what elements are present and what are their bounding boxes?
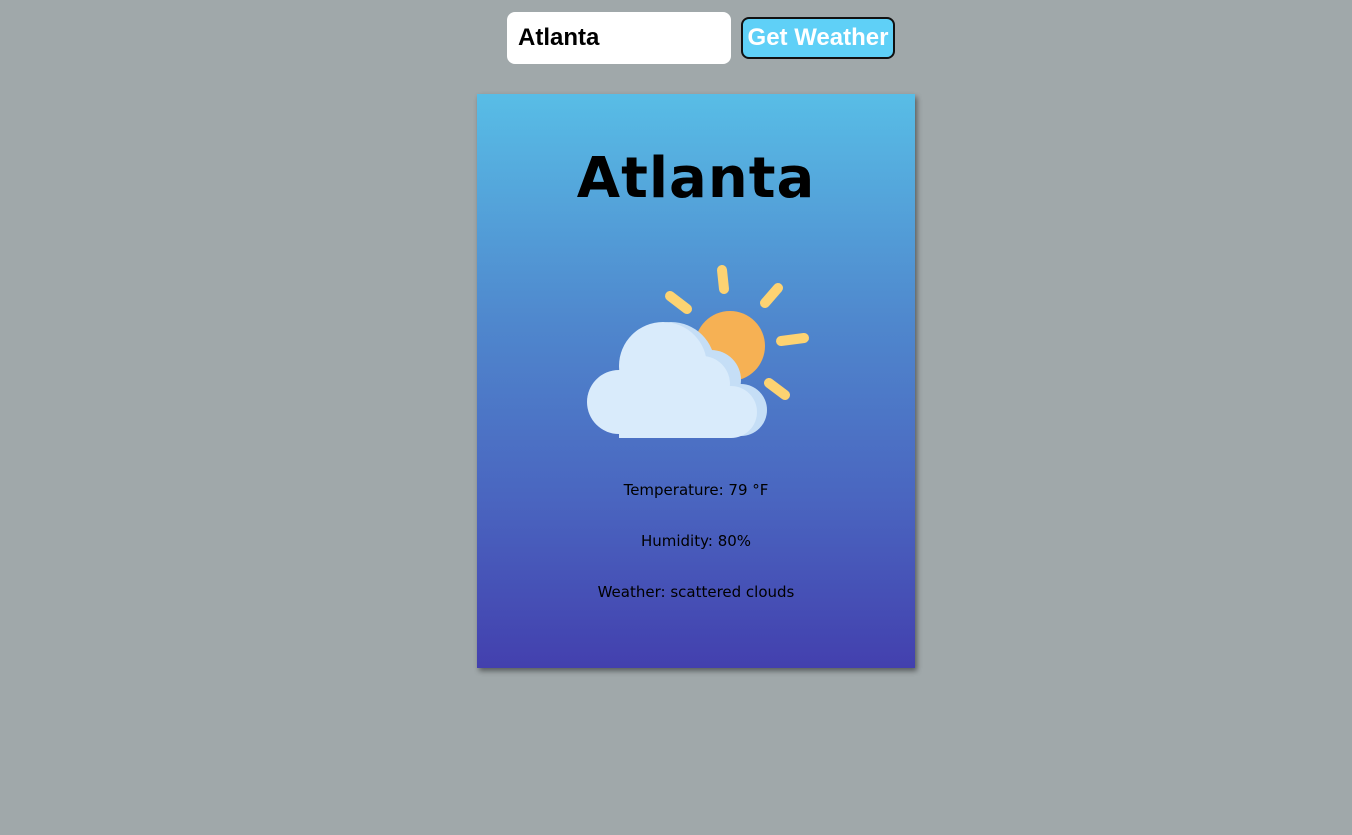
city-name: Atlanta <box>576 146 816 211</box>
search-bar: Get Weather <box>507 12 895 64</box>
partly-cloudy-sun-icon <box>587 265 809 438</box>
humidity-text: Humidity: 80% <box>640 532 752 550</box>
temperature-text: Temperature: 79 °F <box>623 481 769 499</box>
weather-description-text: Weather: scattered clouds <box>597 583 795 601</box>
get-weather-button[interactable]: Get Weather <box>741 17 895 59</box>
city-input[interactable] <box>507 12 731 64</box>
weather-card: Atlanta Temperature: 79 °F Humidity: 80% <box>477 94 915 668</box>
